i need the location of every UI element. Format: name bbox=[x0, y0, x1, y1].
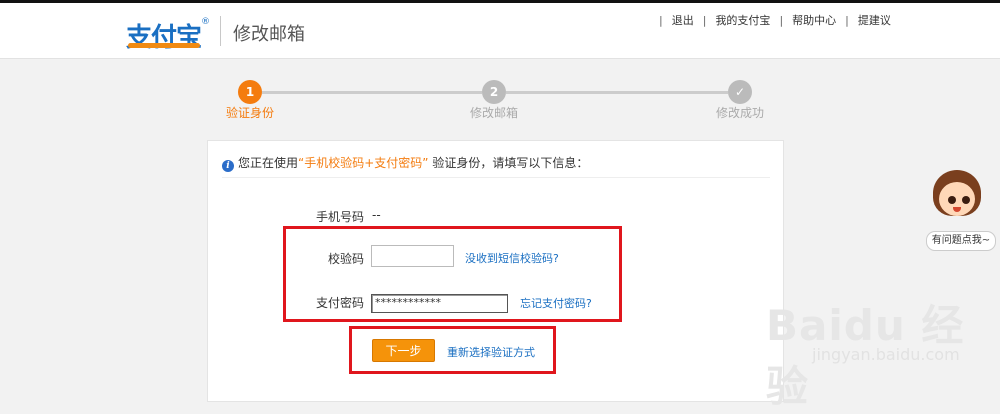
notice-method: “手机校验码+支付密码” bbox=[298, 156, 429, 170]
step-2-label: 修改邮箱 bbox=[469, 106, 518, 120]
step-2-badge: 2 bbox=[482, 80, 506, 104]
step-done-check-icon: ✓ bbox=[728, 80, 752, 104]
nav-separator: | bbox=[779, 14, 784, 27]
phone-value: -- bbox=[372, 208, 381, 222]
step-connector bbox=[506, 91, 728, 94]
help-mascot-avatar[interactable] bbox=[929, 170, 983, 230]
watermark-url: jingyan.baidu.com bbox=[812, 345, 960, 364]
notice-prefix: 您正在使用 bbox=[238, 156, 299, 170]
verification-notice: i 您正在使用“手机校验码+支付密码” 验证身份，请填写以下信息： bbox=[222, 154, 588, 172]
nav-help-center[interactable]: 帮助中心 bbox=[792, 14, 836, 27]
phone-label: 手机号码 bbox=[315, 210, 364, 224]
top-nav: | 退出 | 我的支付宝 | 帮助中心 | 提建议 bbox=[650, 12, 891, 28]
nav-separator: | bbox=[845, 14, 849, 27]
notice-suffix: 验证身份，请填写以下信息： bbox=[432, 156, 589, 170]
page-title: 修改邮箱 bbox=[233, 24, 305, 45]
info-icon: i bbox=[222, 160, 234, 172]
nav-my-alipay[interactable]: 我的支付宝 bbox=[715, 14, 770, 27]
header: 支付宝® 修改邮箱 | 退出 | 我的支付宝 | 帮助中心 | 提建议 bbox=[0, 3, 1000, 59]
highlight-box-fields bbox=[283, 226, 622, 322]
logo-text: 支付宝 bbox=[126, 23, 202, 53]
step-1-label: 验证身份 bbox=[225, 106, 274, 120]
help-bubble[interactable]: 有问题点我~ bbox=[926, 231, 996, 251]
highlight-box-button bbox=[349, 326, 556, 374]
nav-separator: | bbox=[659, 14, 663, 27]
alipay-logo[interactable]: 支付宝® bbox=[126, 17, 210, 54]
progress-steps: 1 2 ✓ 验证身份 修改邮箱 修改成功 bbox=[0, 80, 1000, 120]
step-3-label: 修改成功 bbox=[715, 106, 764, 120]
divider bbox=[222, 177, 770, 178]
title-divider bbox=[220, 16, 221, 46]
logo-swoosh bbox=[128, 43, 200, 48]
nav-feedback[interactable]: 提建议 bbox=[858, 14, 891, 27]
nav-separator: | bbox=[702, 14, 707, 27]
step-1-badge: 1 bbox=[238, 80, 262, 104]
step-connector bbox=[262, 91, 482, 94]
nav-logout[interactable]: 退出 bbox=[672, 14, 694, 27]
